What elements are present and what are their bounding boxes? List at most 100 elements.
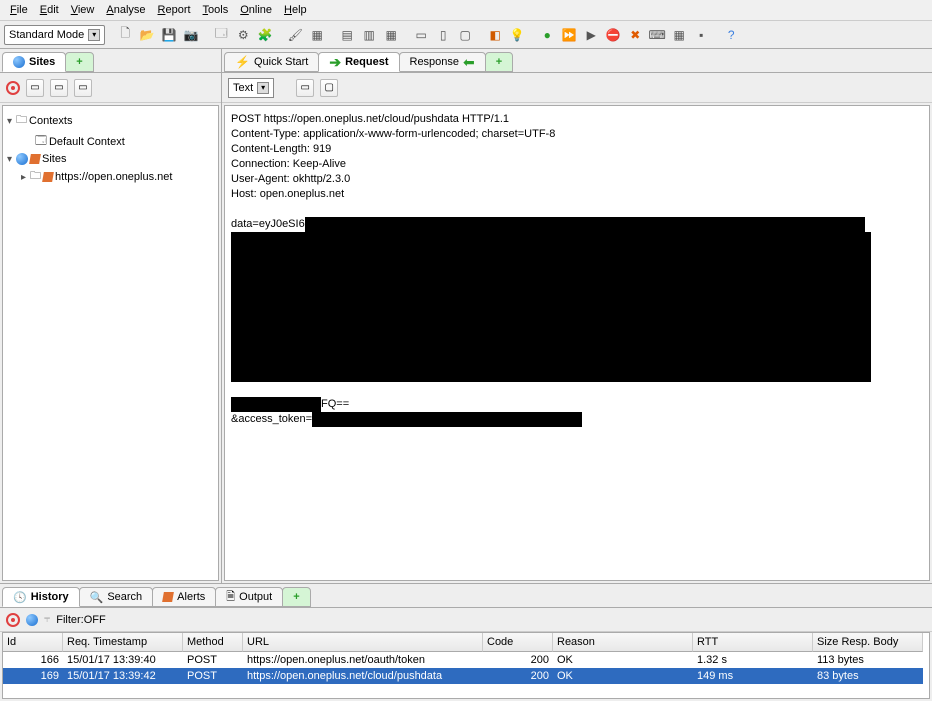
scope-2-icon[interactable]: ▭ bbox=[50, 79, 68, 97]
tab-output[interactable]: 🗎 Output bbox=[215, 587, 283, 607]
redacted-data-3 bbox=[231, 397, 321, 412]
table-row[interactable]: 166 15/01/17 13:39:40 POST https://open.… bbox=[3, 652, 929, 668]
th-rtt[interactable]: RTT bbox=[693, 633, 813, 652]
cell-url: https://open.oneplus.net/cloud/pushdata bbox=[243, 668, 483, 684]
scope-3-icon[interactable]: ▭ bbox=[74, 79, 92, 97]
snapshot-icon[interactable]: 📷 bbox=[181, 25, 201, 45]
param-icon[interactable]: ▦ bbox=[669, 25, 689, 45]
addons-icon[interactable]: 🧩 bbox=[255, 25, 275, 45]
plus-icon: + bbox=[293, 591, 299, 603]
folder-site-icon: 🗀 bbox=[30, 167, 41, 186]
hint-icon[interactable]: 💡 bbox=[507, 25, 527, 45]
globe-icon[interactable] bbox=[26, 614, 38, 626]
tab-history-label: History bbox=[31, 591, 69, 603]
tab-side-icon[interactable]: ▯ bbox=[433, 25, 453, 45]
tab-history[interactable]: 🕓 History bbox=[2, 587, 80, 607]
tab-add-left[interactable]: + bbox=[65, 52, 93, 72]
menu-file[interactable]: File bbox=[6, 2, 32, 18]
view-mode-label: Text bbox=[233, 82, 253, 94]
tab-search[interactable]: 🔍 Search bbox=[79, 587, 154, 607]
menu-online[interactable]: Online bbox=[236, 2, 276, 18]
body-token-prefix: &access_token= bbox=[231, 413, 312, 425]
show-tab-icon[interactable]: ◧ bbox=[485, 25, 505, 45]
th-url[interactable]: URL bbox=[243, 633, 483, 652]
tab-request-label: Request bbox=[345, 56, 388, 68]
clock-icon: 🕓 bbox=[13, 591, 27, 604]
table-row[interactable]: 169 15/01/17 13:39:42 POST https://open.… bbox=[3, 668, 929, 684]
view-mode-selector[interactable]: Text ▾ bbox=[228, 78, 274, 98]
tab-request[interactable]: ➔ Request bbox=[318, 52, 399, 72]
play-icon[interactable]: ▶ bbox=[581, 25, 601, 45]
layout-2-icon[interactable]: ▥ bbox=[359, 25, 379, 45]
globe-icon bbox=[13, 56, 25, 68]
history-filter-bar: ⫧ Filter:OFF bbox=[0, 608, 932, 632]
tree-default-context[interactable]: Default Context bbox=[49, 136, 125, 148]
cell-code: 200 bbox=[483, 652, 553, 668]
save-icon[interactable]: 💾 bbox=[159, 25, 179, 45]
redacted-data-block bbox=[231, 232, 871, 382]
target-icon[interactable] bbox=[6, 81, 20, 95]
record-icon[interactable]: ● bbox=[537, 25, 557, 45]
tab-add-right[interactable]: + bbox=[485, 52, 513, 72]
arrow-right-icon: ➔ bbox=[329, 54, 341, 71]
tab-alerts[interactable]: Alerts bbox=[152, 587, 216, 607]
split-view-icon[interactable]: ▭ bbox=[296, 79, 314, 97]
stop-icon[interactable]: ⛔ bbox=[603, 25, 623, 45]
menu-report[interactable]: Report bbox=[154, 2, 195, 18]
brush-icon[interactable]: 🖌 bbox=[285, 25, 305, 45]
th-ts[interactable]: Req. Timestamp bbox=[63, 633, 183, 652]
tree-contexts[interactable]: Contexts bbox=[29, 115, 72, 127]
keyboard-icon[interactable]: ⌨ bbox=[647, 25, 667, 45]
clear-icon[interactable]: ✖ bbox=[625, 25, 645, 45]
menu-analyse[interactable]: Analyse bbox=[102, 2, 149, 18]
tab-add-bottom[interactable]: + bbox=[282, 587, 310, 607]
step-icon[interactable]: ⏩ bbox=[559, 25, 579, 45]
tab-search-label: Search bbox=[107, 591, 142, 603]
left-subtoolbar: ▭ ▭ ▭ bbox=[0, 73, 221, 103]
funnel-icon[interactable]: ⫧ bbox=[44, 613, 50, 626]
mode-selector[interactable]: Standard Mode ▾ bbox=[4, 25, 105, 45]
redacted-token bbox=[312, 412, 582, 427]
history-table[interactable]: Id Req. Timestamp Method URL Code Reason… bbox=[2, 632, 930, 699]
layout-3-icon[interactable]: ▦ bbox=[381, 25, 401, 45]
session-props-icon[interactable]: 🗔 bbox=[211, 25, 231, 45]
menubar: File Edit View Analyse Report Tools Onli… bbox=[0, 0, 932, 21]
menu-edit[interactable]: Edit bbox=[36, 2, 63, 18]
scope-1-icon[interactable]: ▭ bbox=[26, 79, 44, 97]
body-frag: FQ== bbox=[321, 398, 349, 410]
menu-help[interactable]: Help bbox=[280, 2, 311, 18]
layout-1-icon[interactable]: ▤ bbox=[337, 25, 357, 45]
tree-sites[interactable]: Sites bbox=[42, 153, 66, 165]
help-icon[interactable]: ? bbox=[721, 25, 741, 45]
tab-expand-icon[interactable]: ▭ bbox=[411, 25, 431, 45]
new-session-icon[interactable]: 🗋 bbox=[115, 25, 135, 45]
tab-response[interactable]: Response ⬅ bbox=[399, 52, 486, 72]
request-body-view[interactable]: POST https://open.oneplus.net/cloud/push… bbox=[224, 105, 930, 581]
cell-reason: OK bbox=[553, 652, 693, 668]
plus-icon: + bbox=[76, 56, 82, 68]
full-view-icon[interactable]: ▢ bbox=[320, 79, 338, 97]
th-code[interactable]: Code bbox=[483, 633, 553, 652]
sites-tree[interactable]: 🗀 Contexts 🗔 Default Context Sites 🗀 htt… bbox=[2, 105, 219, 581]
tree-site-url[interactable]: https://open.oneplus.net bbox=[55, 171, 172, 183]
menu-view[interactable]: View bbox=[67, 2, 99, 18]
th-size[interactable]: Size Resp. Body bbox=[813, 633, 923, 652]
th-id[interactable]: Id bbox=[3, 633, 63, 652]
menu-tools[interactable]: Tools bbox=[199, 2, 233, 18]
toggle-icon[interactable]: ▦ bbox=[307, 25, 327, 45]
tab-sites[interactable]: Sites bbox=[2, 52, 66, 72]
tab-output-label: Output bbox=[239, 591, 272, 603]
terminal-icon[interactable]: ▪ bbox=[691, 25, 711, 45]
th-reason[interactable]: Reason bbox=[553, 633, 693, 652]
doc-icon: 🗎 bbox=[226, 588, 235, 607]
options-icon[interactable]: ⚙ bbox=[233, 25, 253, 45]
tab-full-icon[interactable]: ▢ bbox=[455, 25, 475, 45]
cell-ts: 15/01/17 13:39:42 bbox=[63, 668, 183, 684]
open-icon[interactable]: 📂 bbox=[137, 25, 157, 45]
th-method[interactable]: Method bbox=[183, 633, 243, 652]
cell-size: 113 bytes bbox=[813, 652, 923, 668]
filter-label[interactable]: Filter:OFF bbox=[56, 614, 106, 626]
sites-pane: Sites + ▭ ▭ ▭ 🗀 Contexts 🗔 Default Conte… bbox=[0, 49, 222, 583]
target-icon[interactable] bbox=[6, 613, 20, 627]
tab-quick-start[interactable]: ⚡ Quick Start bbox=[224, 52, 319, 72]
